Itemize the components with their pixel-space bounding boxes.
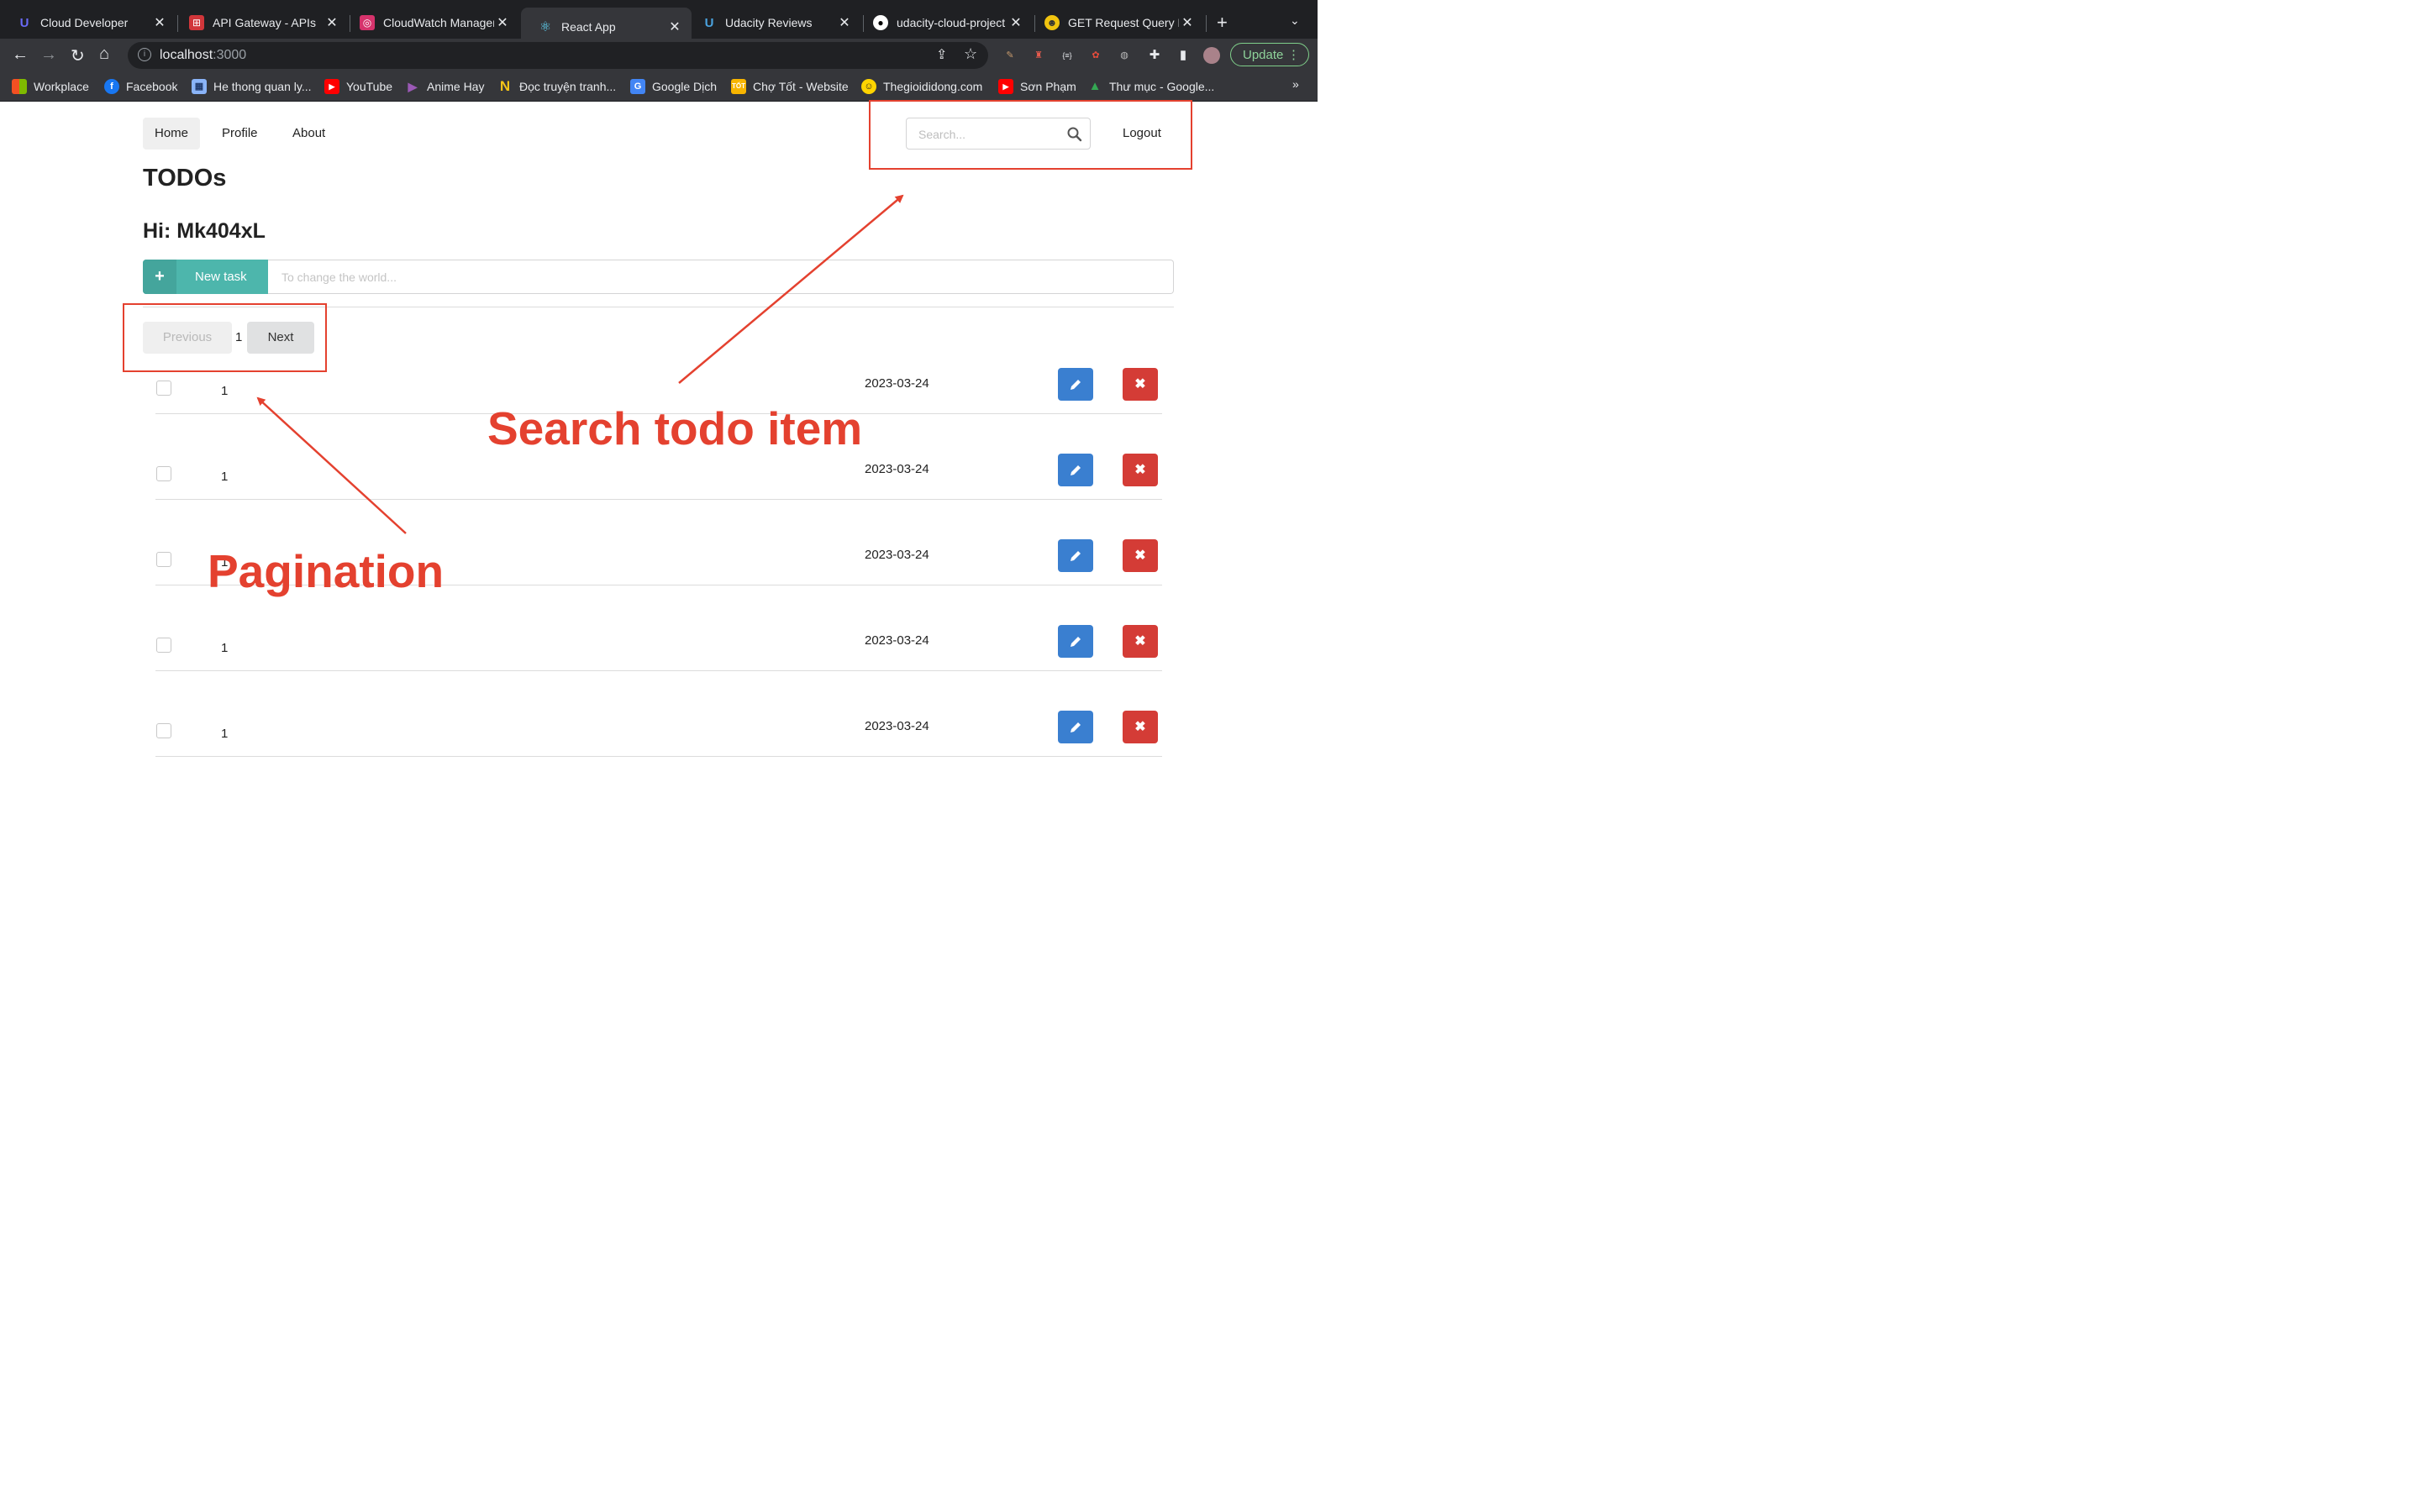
- search-annotation-arrow: [678, 194, 904, 384]
- search-annotation-label: Search todo item: [487, 402, 863, 454]
- pagination-annotation-label: Pagination: [208, 545, 445, 597]
- pagination-annotation-arrow: [256, 396, 407, 534]
